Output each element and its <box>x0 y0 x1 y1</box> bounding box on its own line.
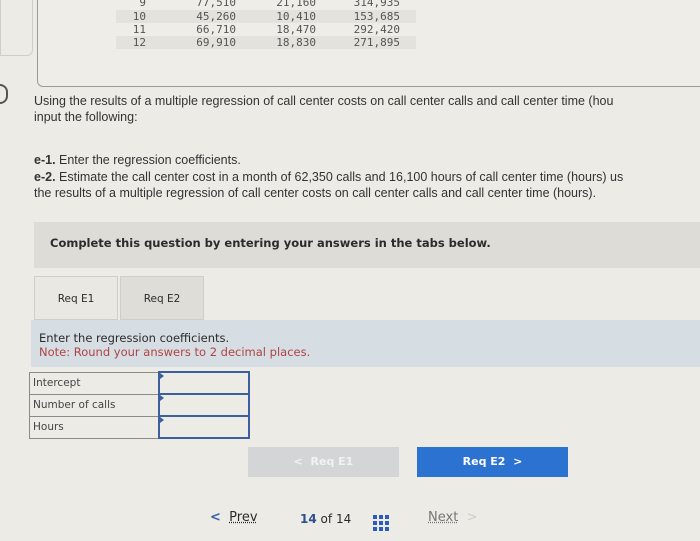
e1-label: e-1. <box>34 153 56 167</box>
hours-cell: 21,160 <box>276 0 316 9</box>
hours-input[interactable] <box>160 418 248 436</box>
grid-icon[interactable] <box>373 515 390 532</box>
next-link[interactable]: Next > <box>428 510 477 525</box>
page-indicator: 14 of 14 <box>300 512 351 526</box>
input-marker-icon <box>160 417 164 423</box>
prev-req-label: Req E1 <box>310 455 354 468</box>
intro-text-2: input the following: <box>34 110 138 124</box>
chevron-right-icon: > <box>505 455 523 468</box>
answer-row: Intercept <box>29 371 250 395</box>
calls-cell: 66,710 <box>196 23 236 36</box>
answer-row: Hours <box>29 415 250 439</box>
intro-text: Using the results of a multiple regressi… <box>34 94 614 108</box>
tab-req-e2[interactable]: Req E2 <box>120 276 204 320</box>
calls-input[interactable] <box>160 396 248 414</box>
instruction-bar: Complete this question by entering your … <box>34 222 700 268</box>
cost-cell: 153,685 <box>353 10 400 23</box>
table-row: 11 66,710 18,470 292,420 <box>116 23 416 36</box>
row-label: Hours <box>29 415 160 439</box>
side-panel <box>0 0 33 56</box>
calls-cell: 45,260 <box>196 10 236 23</box>
intercept-input-cell[interactable] <box>158 371 250 395</box>
e2-body: Estimate the call center cost in a month… <box>55 170 624 184</box>
hours-cell: 18,470 <box>276 23 316 36</box>
calls-input-cell[interactable] <box>158 393 250 417</box>
hours-input-cell[interactable] <box>158 415 250 439</box>
e1-body: Enter the regression coefficients. <box>55 153 241 167</box>
cost-cell: 271,895 <box>353 36 400 49</box>
calls-cell: 77,510 <box>196 0 236 9</box>
prev-req-button[interactable]: < Req E1 <box>248 447 399 477</box>
current-page: 14 <box>300 512 317 526</box>
table-row: 12 69,910 18,830 271,895 <box>116 36 416 49</box>
month-cell: 9 <box>139 0 146 9</box>
table-row: 9 77,510 21,160 314,935 <box>116 0 416 9</box>
calls-cell: 69,910 <box>196 36 236 49</box>
cost-cell: 314,935 <box>353 0 400 9</box>
intercept-input[interactable] <box>160 374 248 392</box>
chevron-left-icon: < <box>293 455 311 468</box>
scroll-handle[interactable] <box>0 84 8 104</box>
panel-title: Enter the regression coefficients. <box>39 331 230 345</box>
month-cell: 12 <box>132 36 146 49</box>
input-marker-icon <box>160 395 164 401</box>
instruction-panel: Enter the regression coefficients. Note:… <box>31 320 700 367</box>
row-label: Number of calls <box>29 393 160 417</box>
of-label: of <box>320 512 333 526</box>
answer-table: Intercept Number of calls Hours <box>29 371 250 439</box>
input-marker-icon <box>160 373 164 379</box>
hours-cell: 10,410 <box>276 10 316 23</box>
e1-text: e-1. Enter the regression coefficients. <box>34 153 698 167</box>
month-cell: 11 <box>132 23 146 36</box>
prev-label: Prev <box>229 510 258 525</box>
next-req-label: Req E2 <box>462 455 506 468</box>
chevron-right-icon: > <box>466 510 478 525</box>
cost-cell: 292,420 <box>353 23 400 36</box>
e2-label: e-2. <box>34 170 56 184</box>
e2-text-2: the results of a multiple regression of … <box>34 186 597 200</box>
total-pages: 14 <box>335 512 352 526</box>
data-table-panel: 9 77,510 21,160 314,935 10 45,260 10,410 153,6… <box>37 0 700 87</box>
row-label: Intercept <box>29 371 160 395</box>
month-cell: 10 <box>132 10 146 23</box>
tab-req-e1[interactable]: Req E1 <box>34 276 118 320</box>
answer-row: Number of calls <box>29 393 250 417</box>
instruction-text: Complete this question by entering your … <box>50 236 491 250</box>
panel-note: Note: Round your answers to 2 decimal pl… <box>39 345 311 359</box>
e2-text: e-2. Estimate the call center cost in a … <box>34 170 698 184</box>
hours-cell: 18,830 <box>276 36 316 49</box>
next-req-button[interactable]: Req E2 > <box>417 447 568 477</box>
next-label: Next <box>428 510 459 525</box>
table-row: 10 45,260 10,410 153,685 <box>116 10 416 23</box>
prev-link[interactable]: < Prev <box>210 510 258 525</box>
chevron-left-icon: < <box>210 510 221 525</box>
